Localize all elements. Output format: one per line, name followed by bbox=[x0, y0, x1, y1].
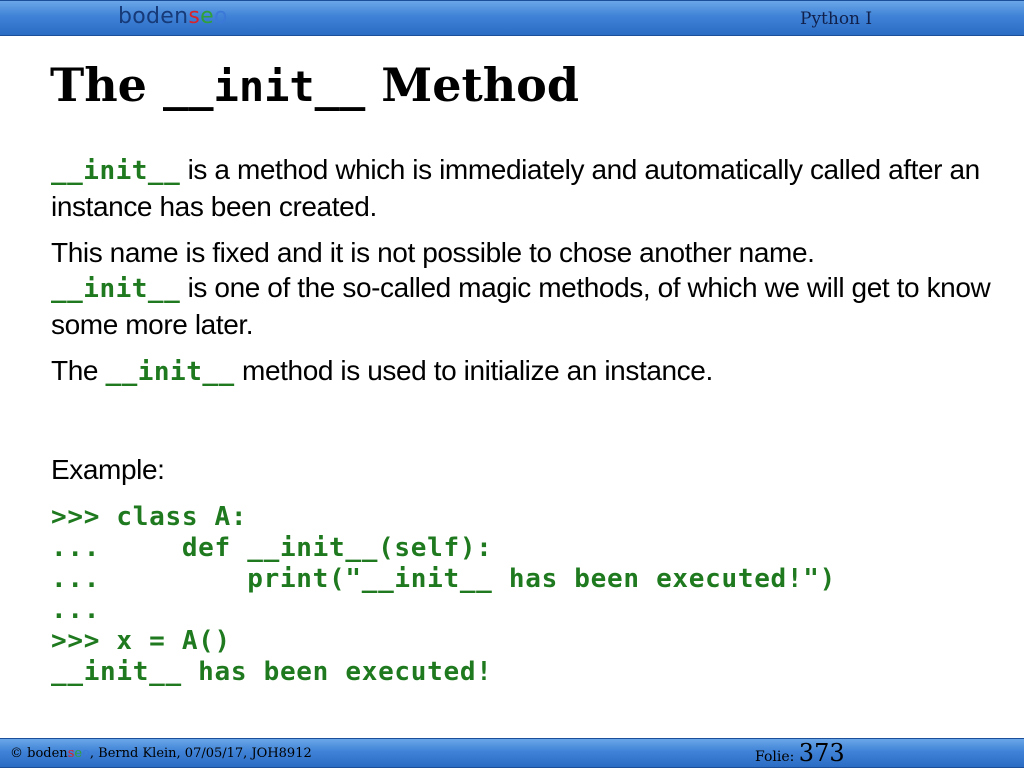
code-example: >>> class A:... def __init__(self):... p… bbox=[51, 502, 836, 688]
slide-title: The __init__ Method bbox=[50, 58, 580, 112]
code-line: ... def __init__(self): bbox=[51, 533, 493, 563]
init-keyword: __init__ bbox=[105, 357, 235, 387]
footer-credits: © bodenseo, Bernd Klein, 07/05/17, JOH89… bbox=[10, 746, 312, 761]
paragraph-3: The __init__ method is used to initializ… bbox=[51, 355, 713, 387]
header-bar: bodenseo Python I bbox=[0, 0, 1024, 36]
init-keyword: __init__ bbox=[51, 274, 181, 304]
course-title: Python I bbox=[800, 9, 873, 29]
slide-number: Folie: 373 bbox=[755, 739, 845, 767]
example-label: Example: bbox=[51, 454, 165, 485]
bodenseo-logo: bodenseo bbox=[118, 4, 228, 29]
code-line: >>> x = A() bbox=[51, 626, 231, 656]
paragraph-2: This name is fixed and it is not possibl… bbox=[51, 237, 991, 340]
init-keyword: __init__ bbox=[51, 156, 181, 186]
paragraph-1: __init__ is a method which is immediatel… bbox=[51, 154, 980, 222]
code-line: ... bbox=[51, 595, 101, 625]
code-line: >>> class A: bbox=[51, 502, 248, 532]
code-line: __init__ has been executed! bbox=[51, 657, 493, 687]
code-line: ... print("__init__ has been executed!") bbox=[51, 564, 836, 594]
title-code: __init__ bbox=[162, 62, 366, 111]
footer-bar: © bodenseo, Bernd Klein, 07/05/17, JOH89… bbox=[0, 738, 1024, 768]
